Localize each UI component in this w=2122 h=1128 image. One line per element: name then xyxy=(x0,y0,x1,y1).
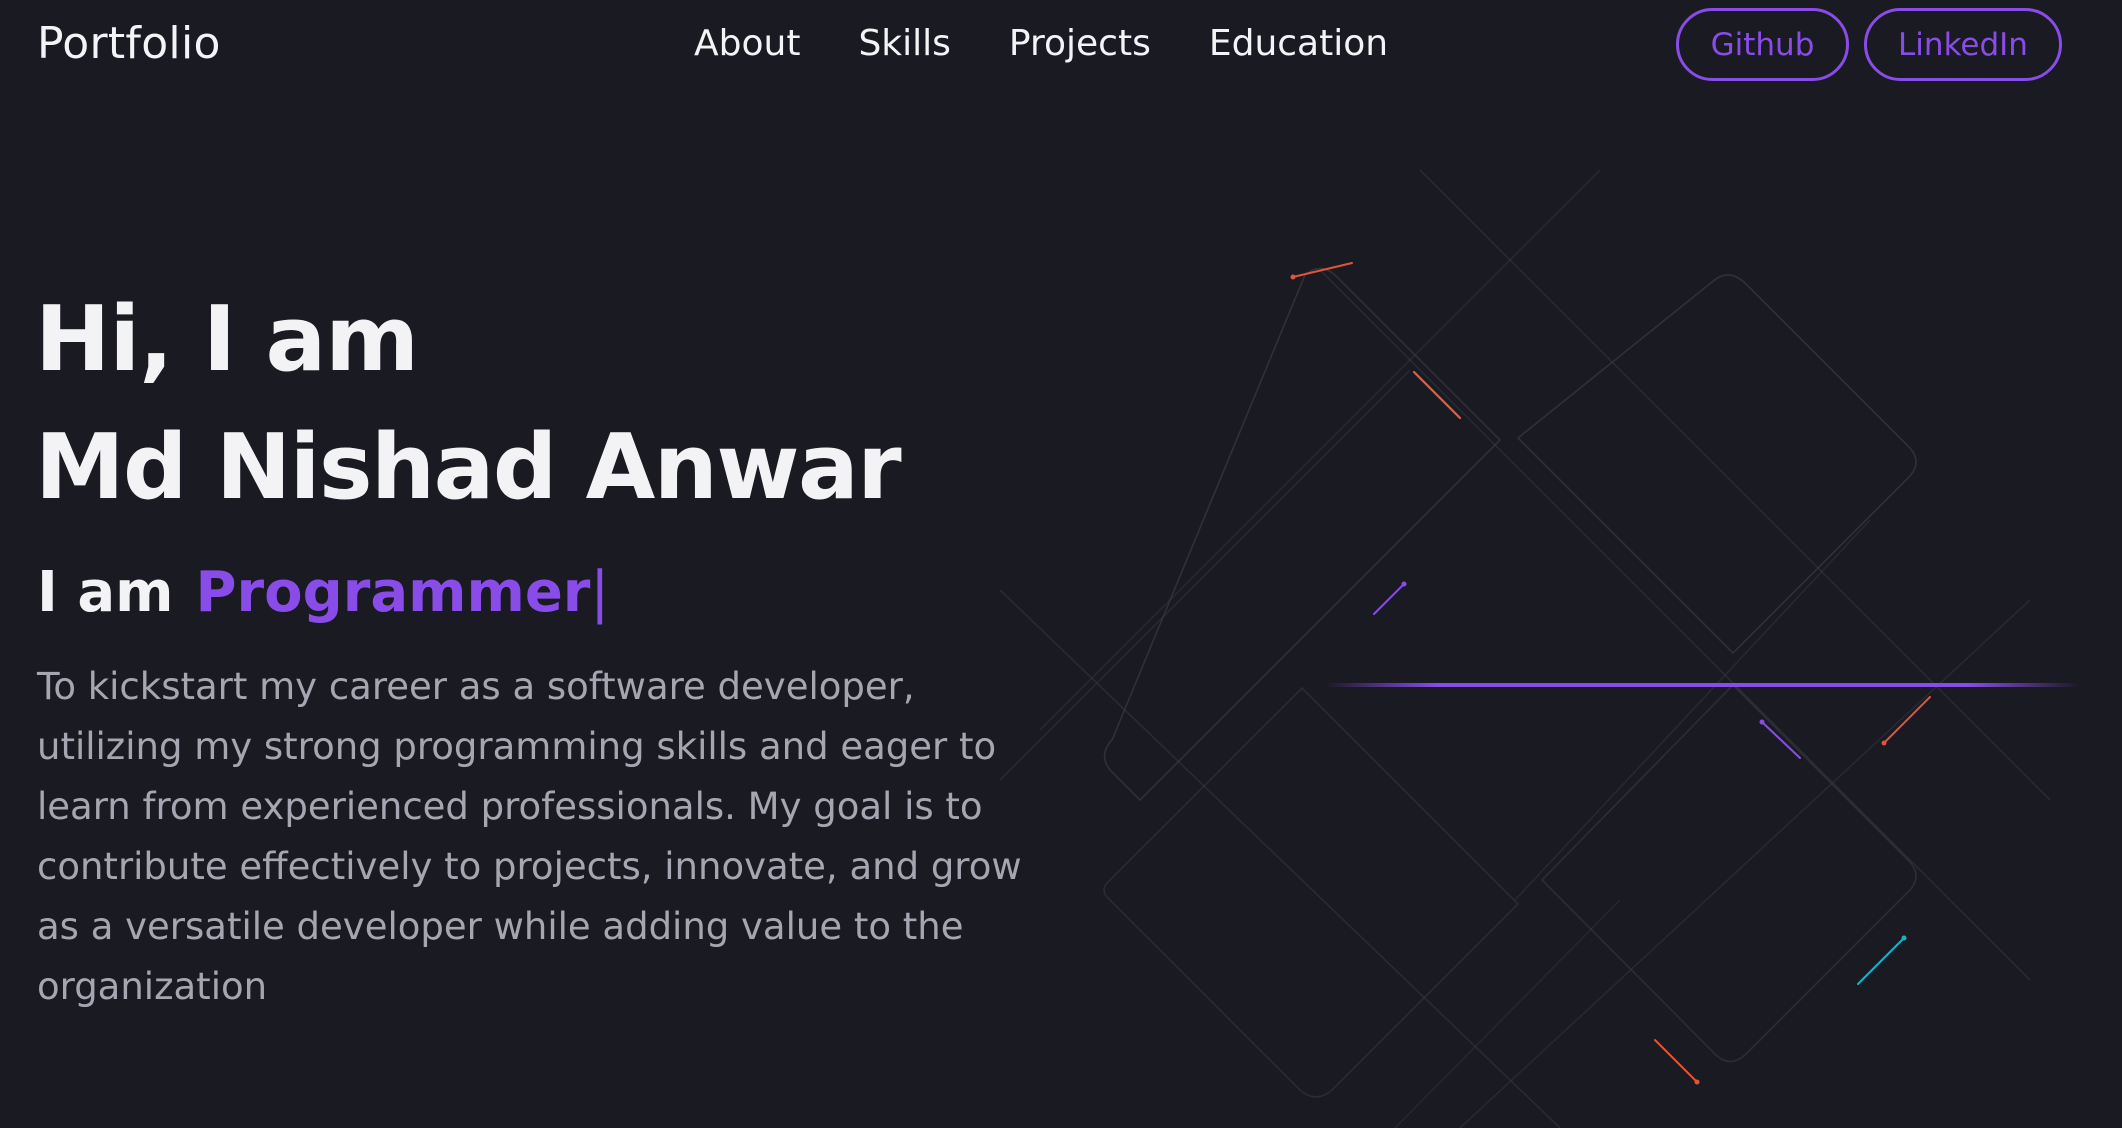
portfolio-page: Portfolio About Skills Projects Educatio… xyxy=(0,0,2122,1128)
background-grid-art xyxy=(999,169,2080,1128)
accent-beam xyxy=(1325,683,2080,687)
